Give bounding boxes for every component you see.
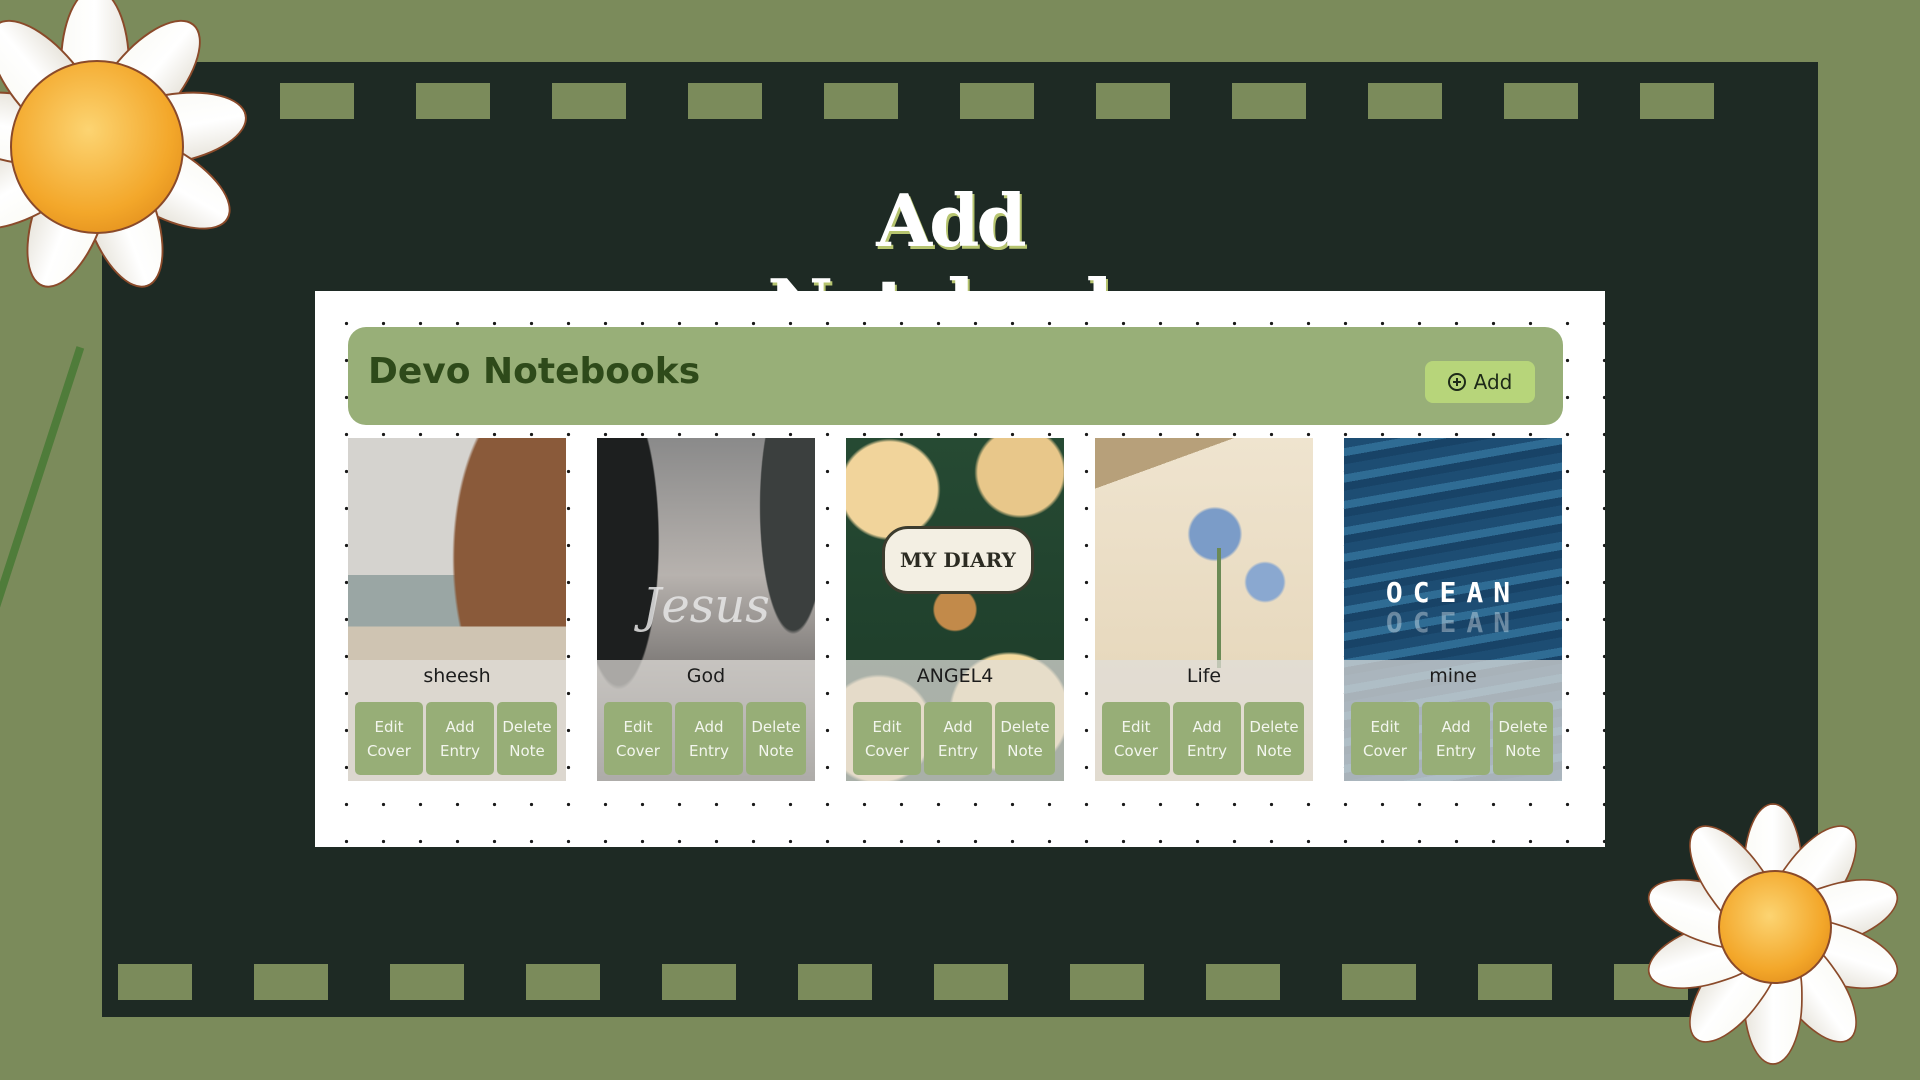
notebook-name: God [686, 665, 726, 687]
notebook-name: sheesh [423, 665, 491, 687]
notebook-card[interactable]: MY DIARY ANGEL4 Edit Cover Add Entry Del… [846, 438, 1064, 781]
notebook-card[interactable]: OCEAN OCEAN mine Edit Cover Add Entry De… [1344, 438, 1562, 781]
card-actions: Edit Cover Add Entry Delete Note [853, 702, 1055, 775]
add-entry-button[interactable]: Add Entry [1173, 702, 1241, 775]
decorative-strip-bottom [118, 964, 1688, 1000]
panel-content: Devo Notebooks Add sheesh Edit Cover Add… [348, 327, 1563, 781]
notebooks-panel: Devo Notebooks Add sheesh Edit Cover Add… [315, 291, 1605, 847]
card-actions: Edit Cover Add Entry Delete Note [355, 702, 557, 775]
cover-title-text: OCEAN [1385, 576, 1521, 609]
cover-title-text: MY DIARY [882, 526, 1034, 594]
edit-cover-button[interactable]: Edit Cover [1351, 702, 1419, 775]
notebook-name: Life [1186, 665, 1222, 687]
card-actions: Edit Cover Add Entry Delete Note [1351, 702, 1553, 775]
edit-cover-button[interactable]: Edit Cover [355, 702, 423, 775]
cover-title-text: Jesus [642, 578, 770, 634]
add-button-label: Add [1473, 370, 1513, 394]
decorative-strip-top [280, 83, 1714, 119]
notebook-card[interactable]: Life Edit Cover Add Entry Delete Note [1095, 438, 1313, 781]
card-actions: Edit Cover Add Entry Delete Note [604, 702, 806, 775]
add-notebook-button[interactable]: Add [1425, 361, 1535, 403]
delete-note-button[interactable]: Delete Note [1244, 702, 1304, 775]
delete-note-button[interactable]: Delete Note [497, 702, 557, 775]
cover-title-shadow-text: OCEAN [1385, 606, 1521, 639]
delete-note-button[interactable]: Delete Note [1493, 702, 1553, 775]
notebooks-header-title: Devo Notebooks [368, 351, 701, 392]
add-entry-button[interactable]: Add Entry [426, 702, 494, 775]
daisy-flower-icon [0, 0, 350, 634]
daisy-flower-icon [1639, 790, 1920, 1080]
notebook-name: ANGEL4 [916, 665, 994, 687]
plus-circle-icon [1447, 373, 1466, 391]
notebooks-header: Devo Notebooks Add [348, 327, 1563, 425]
app-stage: Add Notebook Devo Notebooks Add sheesh E… [0, 0, 1920, 1080]
edit-cover-button[interactable]: Edit Cover [604, 702, 672, 775]
delete-note-button[interactable]: Delete Note [995, 702, 1055, 775]
delete-note-button[interactable]: Delete Note [746, 702, 806, 775]
add-entry-button[interactable]: Add Entry [924, 702, 992, 775]
edit-cover-button[interactable]: Edit Cover [853, 702, 921, 775]
card-actions: Edit Cover Add Entry Delete Note [1102, 702, 1304, 775]
add-entry-button[interactable]: Add Entry [675, 702, 743, 775]
notebook-name: mine [1429, 665, 1477, 687]
notebook-card[interactable]: Jesus God Edit Cover Add Entry Delete No… [597, 438, 815, 781]
edit-cover-button[interactable]: Edit Cover [1102, 702, 1170, 775]
add-entry-button[interactable]: Add Entry [1422, 702, 1490, 775]
notebook-cards: sheesh Edit Cover Add Entry Delete Note … [348, 438, 1562, 781]
notebook-card[interactable]: sheesh Edit Cover Add Entry Delete Note [348, 438, 566, 781]
